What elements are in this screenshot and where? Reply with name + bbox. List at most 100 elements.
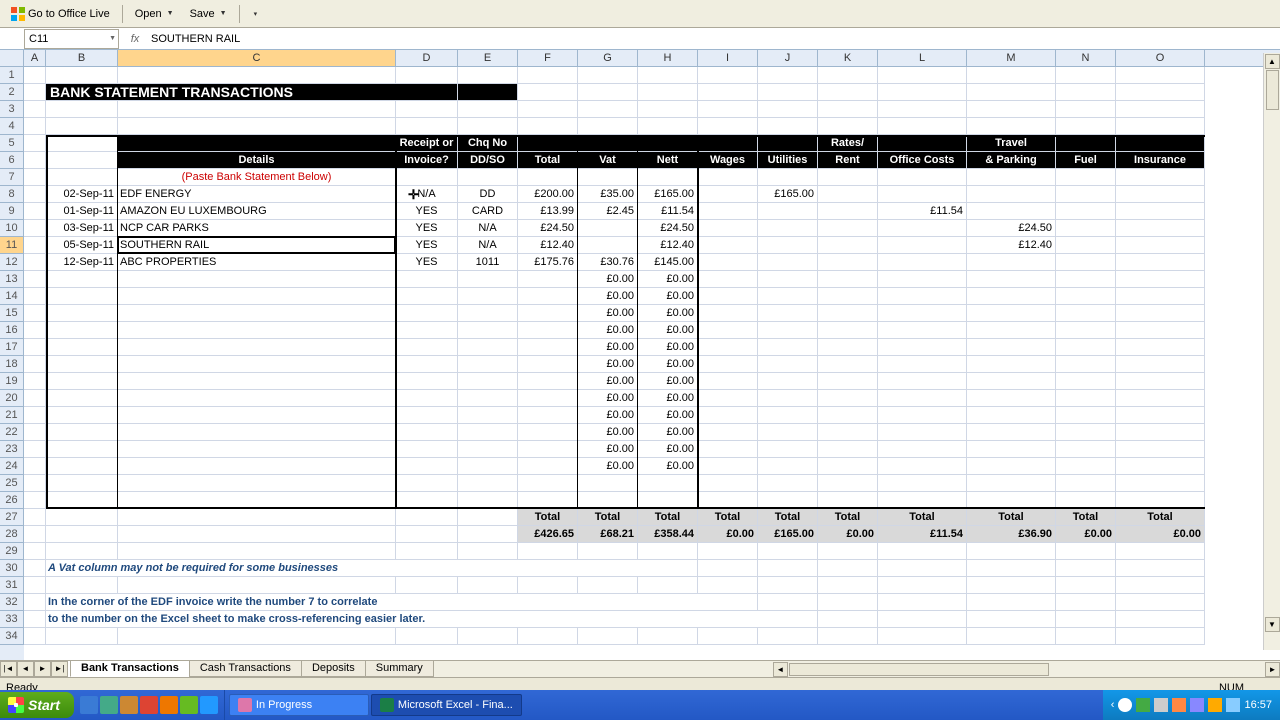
scroll-right-button[interactable]: ► [1265, 662, 1280, 677]
cell[interactable] [698, 424, 758, 441]
cell[interactable]: £0.00 [1056, 526, 1116, 543]
cell[interactable] [1116, 560, 1205, 577]
cell[interactable] [396, 169, 458, 186]
cell[interactable] [518, 628, 578, 645]
cell[interactable]: Total [698, 509, 758, 526]
cell[interactable] [578, 118, 638, 135]
cell[interactable] [24, 458, 46, 475]
select-all-corner[interactable] [0, 50, 24, 67]
cell[interactable] [967, 322, 1056, 339]
cell[interactable]: £0.00 [578, 373, 638, 390]
cell[interactable] [967, 492, 1056, 509]
taskbar-item[interactable]: Microsoft Excel - Fina... [371, 694, 522, 716]
cell[interactable] [878, 373, 967, 390]
cell[interactable]: Invoice? [396, 152, 458, 169]
cell[interactable]: YES [396, 254, 458, 271]
cell[interactable] [1116, 356, 1205, 373]
scroll-down-button[interactable]: ▼ [1265, 617, 1280, 632]
cell[interactable] [967, 101, 1056, 118]
col-header-K[interactable]: K [818, 50, 878, 66]
cell[interactable] [878, 594, 967, 611]
cell[interactable] [118, 577, 396, 594]
row-header-21[interactable]: 21 [0, 407, 24, 424]
row-header-29[interactable]: 29 [0, 543, 24, 560]
cell[interactable] [396, 118, 458, 135]
cell[interactable] [698, 169, 758, 186]
cell[interactable] [1056, 101, 1116, 118]
cell[interactable] [1056, 305, 1116, 322]
cell[interactable] [518, 101, 578, 118]
cell[interactable] [758, 424, 818, 441]
cell[interactable] [818, 186, 878, 203]
cell[interactable]: Receipt or [396, 135, 458, 152]
cell[interactable]: Total [1116, 509, 1205, 526]
cell[interactable] [818, 169, 878, 186]
cell[interactable] [518, 441, 578, 458]
cell[interactable] [1056, 424, 1116, 441]
cell[interactable] [878, 67, 967, 84]
cell[interactable] [878, 254, 967, 271]
cell[interactable] [698, 118, 758, 135]
system-tray[interactable]: ‹ 16:57 [1103, 690, 1280, 720]
cell[interactable]: £35.00 [578, 186, 638, 203]
cell[interactable] [698, 288, 758, 305]
cell[interactable] [458, 305, 518, 322]
cell[interactable]: 1011 [458, 254, 518, 271]
cell[interactable] [1056, 577, 1116, 594]
cell[interactable] [24, 509, 46, 526]
cell[interactable]: 12-Sep-11 [46, 254, 118, 271]
cell[interactable] [518, 492, 578, 509]
cell[interactable] [758, 458, 818, 475]
cell[interactable] [578, 492, 638, 509]
sheet-tab[interactable]: Cash Transactions [189, 661, 302, 677]
cell[interactable] [578, 237, 638, 254]
col-header-H[interactable]: H [638, 50, 698, 66]
cell[interactable] [818, 475, 878, 492]
cell[interactable] [46, 305, 118, 322]
ql-skype-icon[interactable] [200, 696, 218, 714]
cell[interactable] [24, 67, 46, 84]
cell[interactable] [518, 373, 578, 390]
cell[interactable]: £12.40 [518, 237, 578, 254]
col-header-C[interactable]: C [118, 50, 396, 66]
cell[interactable] [1116, 169, 1205, 186]
cell[interactable] [118, 271, 396, 288]
cell[interactable] [818, 305, 878, 322]
cell[interactable] [698, 220, 758, 237]
cell[interactable] [46, 322, 118, 339]
cell[interactable] [46, 101, 118, 118]
cell[interactable]: 02-Sep-11 [46, 186, 118, 203]
start-button[interactable]: Start [0, 692, 74, 718]
sheet-tab[interactable]: Summary [365, 661, 434, 677]
row-header-6[interactable]: 6 [0, 152, 24, 169]
row-header-26[interactable]: 26 [0, 492, 24, 509]
cell[interactable] [118, 67, 396, 84]
cell[interactable] [396, 390, 458, 407]
cell[interactable]: £11.54 [878, 526, 967, 543]
cell[interactable] [758, 407, 818, 424]
cell[interactable] [46, 152, 118, 169]
cell[interactable]: £0.00 [638, 424, 698, 441]
cell[interactable] [458, 526, 518, 543]
cell[interactable] [458, 543, 518, 560]
cell[interactable] [878, 628, 967, 645]
cell[interactable]: Total [578, 509, 638, 526]
cell[interactable]: Rates/ [818, 135, 878, 152]
cell[interactable]: A Vat column may not be required for som… [46, 560, 698, 577]
cell[interactable] [24, 492, 46, 509]
cell[interactable] [967, 305, 1056, 322]
cell[interactable]: £0.00 [578, 339, 638, 356]
cell[interactable] [967, 271, 1056, 288]
cell[interactable] [818, 611, 878, 628]
cell[interactable] [967, 186, 1056, 203]
cell[interactable] [24, 169, 46, 186]
tray-icon[interactable] [1190, 698, 1204, 712]
cell[interactable] [118, 492, 396, 509]
row-header-1[interactable]: 1 [0, 67, 24, 84]
ql-app-icon[interactable] [120, 696, 138, 714]
cell[interactable] [518, 339, 578, 356]
tray-icon[interactable] [1172, 698, 1186, 712]
cell[interactable] [698, 356, 758, 373]
cell[interactable] [24, 577, 46, 594]
cell[interactable] [818, 628, 878, 645]
